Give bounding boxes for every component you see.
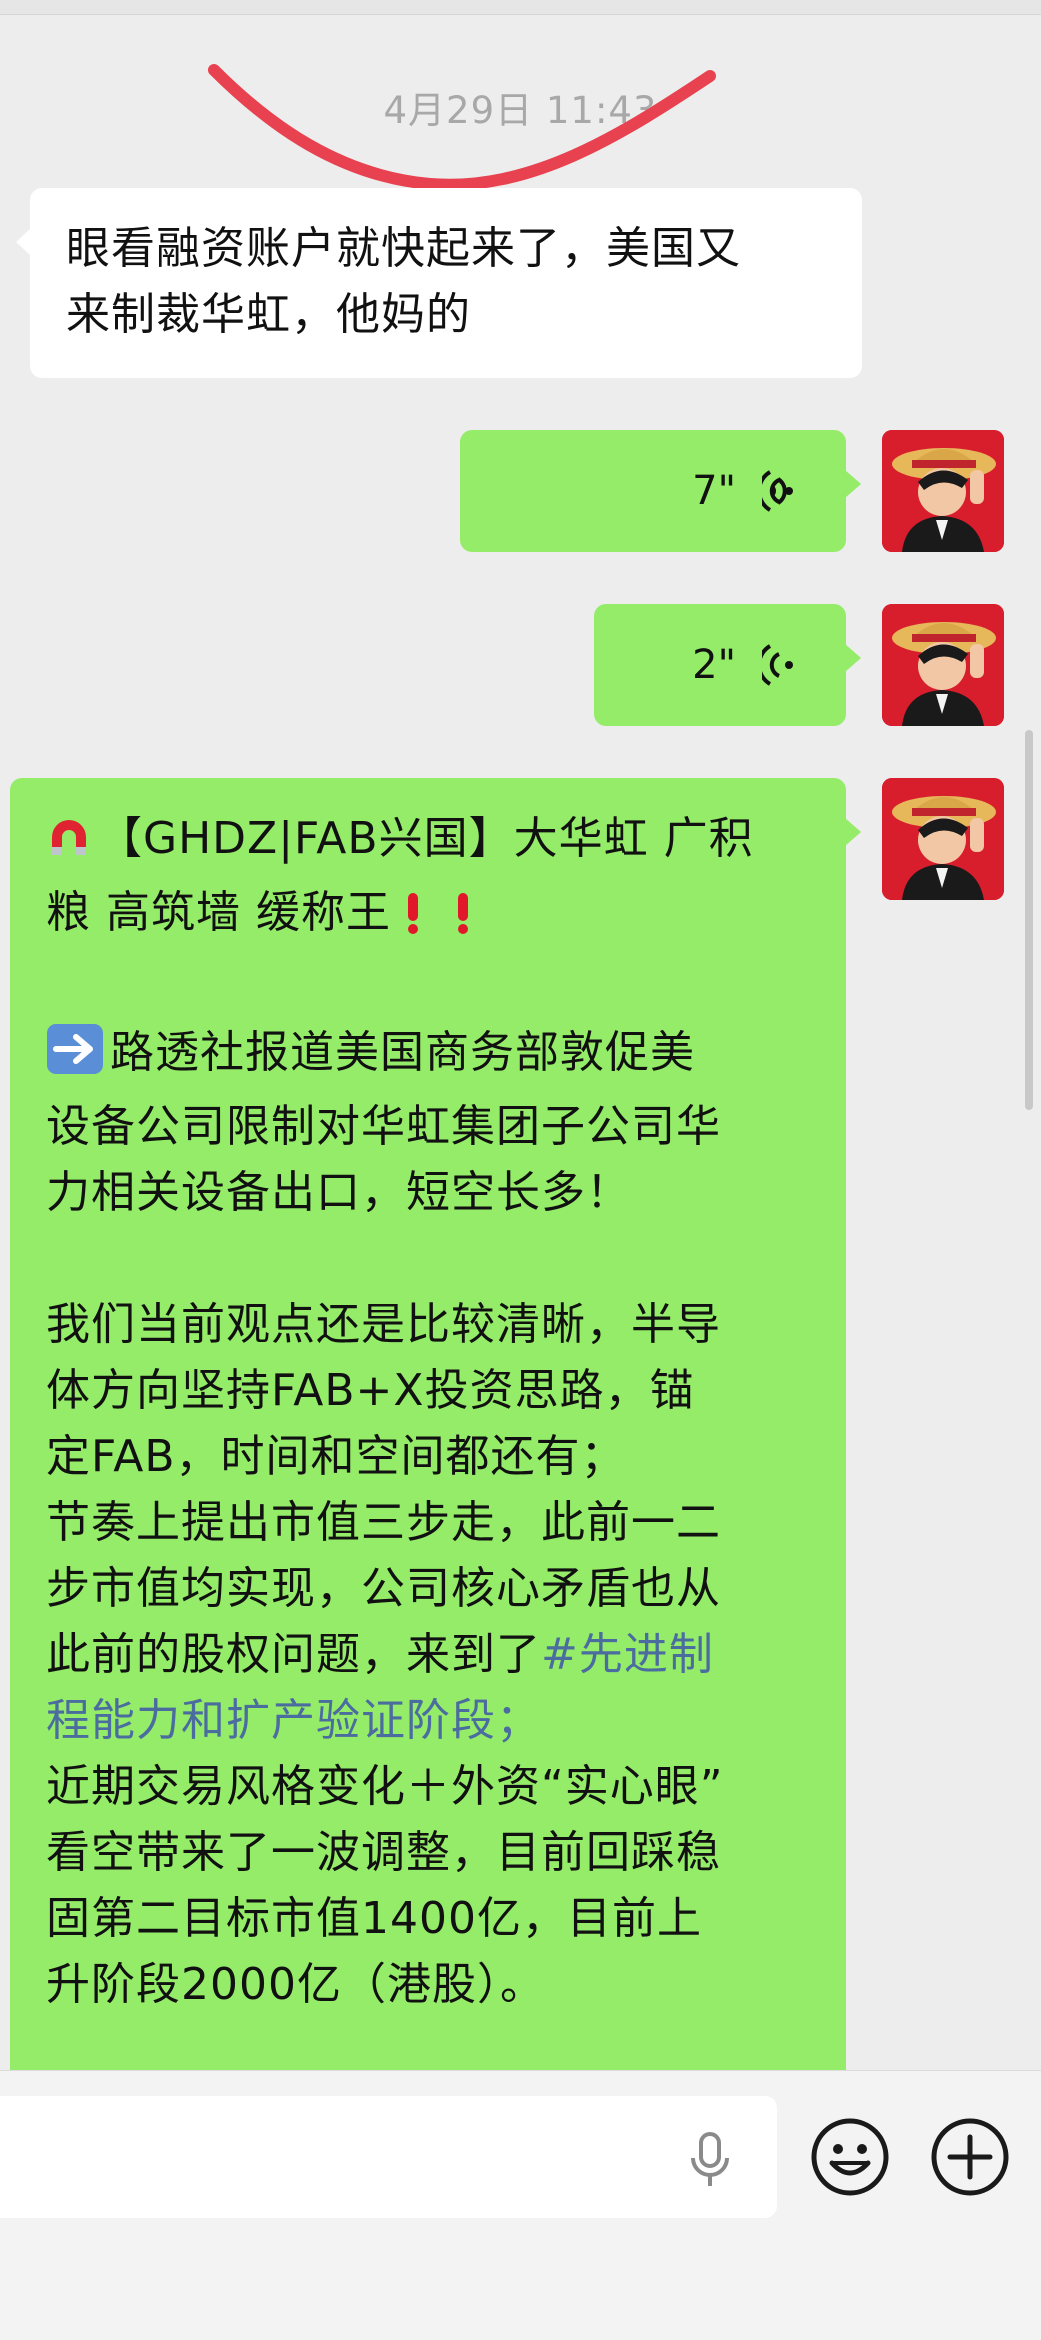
bubble-tail: [16, 228, 31, 256]
bubble-tail: [845, 644, 861, 672]
emoji-icon[interactable]: [810, 2117, 890, 2197]
voice-input-icon[interactable]: [688, 2132, 732, 2188]
message-bubble-sent[interactable]: 【GHDZ|FAB兴国】大华虹 广积 粮 高筑墙 缓称王 路透社报道美国商务部敦…: [10, 778, 861, 2088]
message-bubble-received[interactable]: 眼看融资账户就快起来了，美国又 来制裁华虹，他妈的: [16, 188, 862, 378]
voice-wave-icon: [762, 644, 793, 686]
message-input[interactable]: [0, 2096, 777, 2218]
avatar[interactable]: [882, 778, 1004, 900]
message-paragraph: 路透社报道美国商务部敦促美 设备公司限制对华虹集团子公司华 力相关设备出口，短空…: [46, 1020, 836, 1226]
voice-message-bubble[interactable]: 7": [460, 430, 861, 552]
voice-message-bubble[interactable]: 2": [594, 604, 861, 726]
message-paragraph: 我们当前观点还是比较清晰，半导 体方向坚持FAB+X投资思路，锚 定FAB，时间…: [46, 1292, 836, 2018]
message-paragraph: 【GHDZ|FAB兴国】大华虹 广积 粮 高筑墙 缓称王: [46, 806, 836, 954]
message-text: 眼看融资账户就快起来了，美国又 来制裁华虹，他妈的: [66, 223, 741, 340]
top-divider: [0, 0, 1041, 15]
message-timestamp: 4月29日 11:43: [383, 89, 658, 132]
message-analysis-text: 我们当前观点还是比较清晰，半导 体方向坚持FAB+X投资思路，锚 定FAB，时间…: [46, 1299, 721, 1680]
exclamation-icon: [449, 888, 477, 954]
avatar[interactable]: [882, 604, 1004, 726]
bubble-tail: [845, 470, 861, 498]
arrow-right-icon: [46, 1023, 104, 1094]
voice-wave-icon: [762, 470, 793, 512]
message-news-text: 路透社报道美国商务部敦促美 设备公司限制对华虹集团子公司华 力相关设备出口，短空…: [46, 1027, 721, 1218]
message-content: 【GHDZ|FAB兴国】大华虹 广积 粮 高筑墙 缓称王 路透社报道美国商务部敦…: [46, 806, 836, 2018]
magnet-icon: [46, 814, 92, 880]
avatar-image: [882, 604, 1004, 726]
voice-duration: 7": [692, 468, 736, 514]
message-conclusion-text: 近期交易风格变化＋外资“实心眼” 看空带来了一波调整，目前回踩稳 固第二目标市值…: [46, 1761, 724, 2010]
avatar-image: [882, 778, 1004, 900]
voice-duration: 2": [692, 642, 736, 688]
avatar[interactable]: [882, 430, 1004, 552]
voice-message-row: 7": [692, 430, 802, 552]
scrollbar[interactable]: [1025, 730, 1033, 1110]
voice-message-row: 2": [692, 604, 802, 726]
bubble-tail: [845, 818, 861, 846]
avatar-image: [882, 430, 1004, 552]
exclamation-icon: [399, 888, 427, 954]
plus-icon[interactable]: [930, 2117, 1010, 2197]
chat-input-bar: [0, 2070, 1041, 2340]
